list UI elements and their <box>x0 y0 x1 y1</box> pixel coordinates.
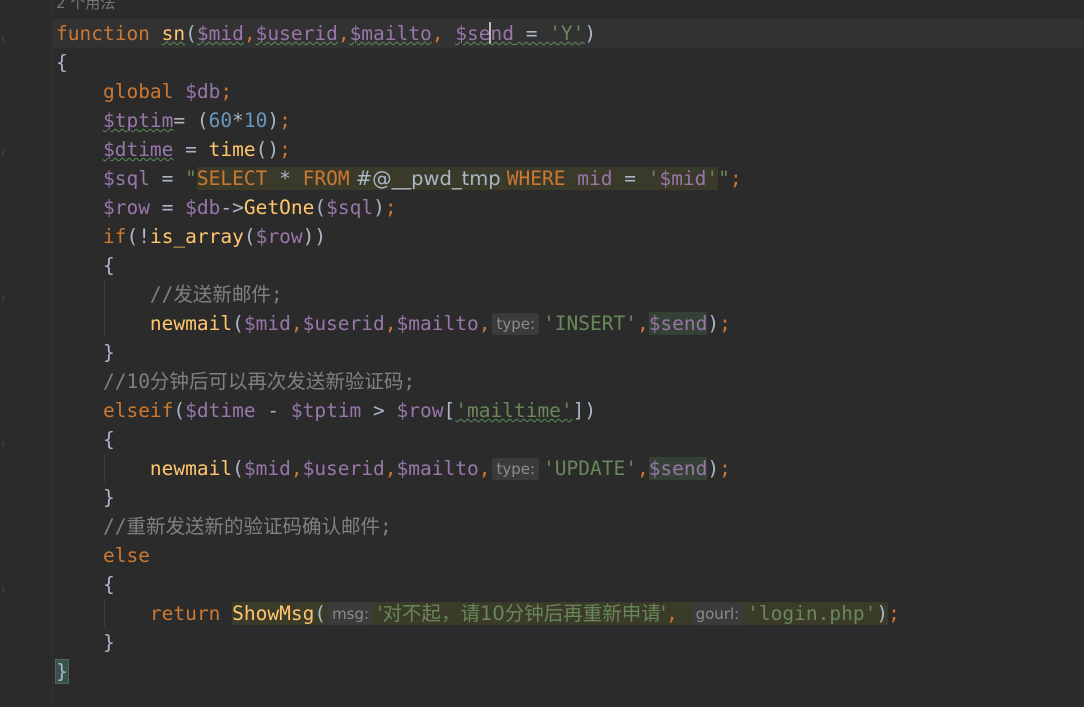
fold-marker[interactable] <box>2 36 4 42</box>
parameter-hint-gourl: gourl: <box>691 603 744 625</box>
code-line-comment-ten-min[interactable]: //10分钟后可以再次发送新验证码; <box>56 367 415 396</box>
code-line-function-close[interactable]: } <box>55 657 69 686</box>
code-line-if-close[interactable]: } <box>56 338 115 367</box>
code-line-else-close[interactable]: } <box>56 628 115 657</box>
line-gutter[interactable] <box>0 0 53 707</box>
parameter-hint-msg: msg: <box>328 603 374 625</box>
matched-brace: } <box>55 659 69 684</box>
usages-hint[interactable]: 2 个用法 <box>56 0 115 14</box>
code-line-getone[interactable]: $row = $db->GetOne($sql); <box>56 193 397 222</box>
code-line-sql[interactable]: $sql = "SELECT * FROM #@__pwd_tmp WHERE … <box>56 164 742 193</box>
code-line-else[interactable]: else <box>56 541 150 570</box>
fold-marker[interactable] <box>2 150 4 156</box>
code-line-function-signature[interactable]: function sn($mid,$userid,$mailto, $send … <box>56 19 596 48</box>
function-name-sn[interactable]: sn <box>162 22 185 45</box>
parameter-hint-type: type: <box>492 313 540 335</box>
fold-marker[interactable] <box>2 441 4 447</box>
code-editor[interactable]: 2 个用法 function sn($mid,$userid,$mailto, … <box>0 0 1084 707</box>
sql-injected-fragment[interactable]: SELECT * FROM #@__pwd_tmp WHERE mid = '$… <box>196 167 707 190</box>
code-line-global[interactable]: global $db; <box>56 77 232 106</box>
param-send[interactable]: $send <box>455 22 514 45</box>
code-line-if[interactable]: if(!is_array($row)) <box>56 222 326 251</box>
code-line-elseif-close[interactable]: } <box>56 483 115 512</box>
fold-marker[interactable] <box>2 586 4 592</box>
code-line-else-open[interactable]: { <box>56 570 115 599</box>
code-line-comment-send-new[interactable]: //发送新邮件; <box>56 280 283 309</box>
code-line-tptim[interactable]: $tptim= (60*10); <box>56 106 291 135</box>
code-line-elseif-open[interactable]: { <box>56 425 115 454</box>
code-line-if-open[interactable]: { <box>56 251 115 280</box>
code-line-open-brace[interactable]: { <box>56 48 68 77</box>
code-line-newmail-insert[interactable]: newmail($mid,$userid,$mailto, type: 'INSER… <box>56 309 731 338</box>
code-line-return-showmsg[interactable]: return ShowMsg(msg: '对不起，请10分钟后再重新申请', go… <box>56 599 900 628</box>
fold-marker[interactable] <box>2 296 4 302</box>
code-line-comment-resend[interactable]: //重新发送新的验证码确认邮件; <box>56 512 392 541</box>
code-line-newmail-update[interactable]: newmail($mid,$userid,$mailto, type: 'UPDAT… <box>56 454 731 483</box>
code-line-dtime[interactable]: $dtime = time(); <box>56 135 291 164</box>
function-call-showmsg[interactable]: ShowMsg <box>232 602 314 625</box>
code-line-elseif[interactable]: elseif($dtime - $tptim > $row['mailtime'… <box>56 396 596 425</box>
parameter-hint-type: type: <box>492 458 540 480</box>
